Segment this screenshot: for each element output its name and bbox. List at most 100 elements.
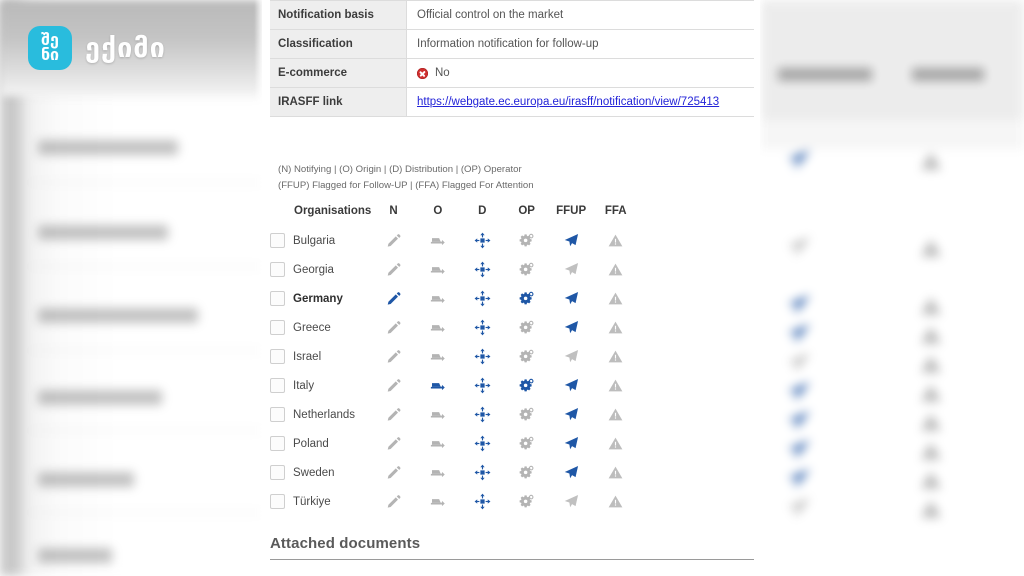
cell-ffa[interactable] <box>593 458 638 487</box>
cell-ffa[interactable] <box>593 342 638 371</box>
cell-ffa[interactable] <box>593 226 638 255</box>
pencil-icon[interactable] <box>386 493 402 510</box>
cell-op[interactable] <box>504 226 548 255</box>
distribution-icon[interactable] <box>474 348 491 365</box>
cell-o[interactable] <box>416 458 460 487</box>
cell-op[interactable] <box>504 458 548 487</box>
warning-triangle-icon[interactable] <box>608 377 623 394</box>
gear-icon[interactable] <box>518 435 535 452</box>
row-checkbox[interactable] <box>270 407 285 422</box>
row-checkbox[interactable] <box>270 262 285 277</box>
cell-o[interactable] <box>416 342 460 371</box>
cell-d[interactable] <box>460 429 504 458</box>
distribution-icon[interactable] <box>474 232 491 249</box>
cell-ffa[interactable] <box>593 487 638 516</box>
cell-d[interactable] <box>460 400 504 429</box>
warning-triangle-icon[interactable] <box>608 435 623 452</box>
cell-ffup[interactable] <box>549 226 594 255</box>
paper-plane-icon[interactable] <box>564 348 579 365</box>
gear-icon[interactable] <box>518 232 535 249</box>
cell-d[interactable] <box>460 313 504 342</box>
distribution-icon[interactable] <box>474 290 491 307</box>
cell-o[interactable] <box>416 400 460 429</box>
cell-ffa[interactable] <box>593 429 638 458</box>
truck-icon[interactable] <box>429 232 447 249</box>
gear-icon[interactable] <box>518 377 535 394</box>
cell-n[interactable] <box>371 342 415 371</box>
warning-triangle-icon[interactable] <box>608 464 623 481</box>
cell-ffup[interactable] <box>549 458 594 487</box>
gear-icon[interactable] <box>518 464 535 481</box>
row-checkbox[interactable] <box>270 436 285 451</box>
paper-plane-icon[interactable] <box>564 406 579 423</box>
row-checkbox[interactable] <box>270 349 285 364</box>
cell-ffup[interactable] <box>549 487 594 516</box>
warning-triangle-icon[interactable] <box>608 348 623 365</box>
paper-plane-icon[interactable] <box>564 377 579 394</box>
cell-d[interactable] <box>460 458 504 487</box>
cell-ffa[interactable] <box>593 284 638 313</box>
gear-icon[interactable] <box>518 290 535 307</box>
cell-d[interactable] <box>460 284 504 313</box>
cell-d[interactable] <box>460 371 504 400</box>
pencil-icon[interactable] <box>386 261 402 278</box>
pencil-icon[interactable] <box>386 348 402 365</box>
cell-op[interactable] <box>504 429 548 458</box>
distribution-icon[interactable] <box>474 377 491 394</box>
distribution-icon[interactable] <box>474 319 491 336</box>
cell-n[interactable] <box>371 255 415 284</box>
distribution-icon[interactable] <box>474 406 491 423</box>
cell-d[interactable] <box>460 487 504 516</box>
cell-n[interactable] <box>371 371 415 400</box>
cell-o[interactable] <box>416 313 460 342</box>
pencil-icon[interactable] <box>386 319 402 336</box>
gear-icon[interactable] <box>518 261 535 278</box>
cell-ffup[interactable] <box>549 371 594 400</box>
cell-o[interactable] <box>416 429 460 458</box>
warning-triangle-icon[interactable] <box>608 261 623 278</box>
cell-ffa[interactable] <box>593 313 638 342</box>
row-checkbox[interactable] <box>270 378 285 393</box>
pencil-icon[interactable] <box>386 464 402 481</box>
cell-op[interactable] <box>504 400 548 429</box>
cell-op[interactable] <box>504 371 548 400</box>
cell-d[interactable] <box>460 255 504 284</box>
cell-ffup[interactable] <box>549 313 594 342</box>
truck-icon[interactable] <box>429 290 447 307</box>
paper-plane-icon[interactable] <box>564 232 579 249</box>
cell-n[interactable] <box>371 458 415 487</box>
paper-plane-icon[interactable] <box>564 290 579 307</box>
cell-ffup[interactable] <box>549 342 594 371</box>
warning-triangle-icon[interactable] <box>608 406 623 423</box>
row-checkbox[interactable] <box>270 320 285 335</box>
cell-ffa[interactable] <box>593 371 638 400</box>
row-checkbox[interactable] <box>270 494 285 509</box>
truck-icon[interactable] <box>429 435 447 452</box>
gear-icon[interactable] <box>518 319 535 336</box>
row-checkbox[interactable] <box>270 465 285 480</box>
distribution-icon[interactable] <box>474 464 491 481</box>
distribution-icon[interactable] <box>474 435 491 452</box>
cell-ffup[interactable] <box>549 429 594 458</box>
gear-icon[interactable] <box>518 493 535 510</box>
warning-triangle-icon[interactable] <box>608 232 623 249</box>
cell-o[interactable] <box>416 226 460 255</box>
warning-triangle-icon[interactable] <box>608 290 623 307</box>
warning-triangle-icon[interactable] <box>608 319 623 336</box>
cell-o[interactable] <box>416 284 460 313</box>
paper-plane-icon[interactable] <box>564 319 579 336</box>
pencil-icon[interactable] <box>386 377 402 394</box>
cell-op[interactable] <box>504 255 548 284</box>
cell-d[interactable] <box>460 226 504 255</box>
paper-plane-icon[interactable] <box>564 464 579 481</box>
cell-n[interactable] <box>371 284 415 313</box>
cell-o[interactable] <box>416 487 460 516</box>
cell-ffa[interactable] <box>593 400 638 429</box>
cell-n[interactable] <box>371 487 415 516</box>
cell-n[interactable] <box>371 400 415 429</box>
irasff-link[interactable]: https://webgate.ec.europa.eu/irasff/noti… <box>417 96 719 108</box>
row-checkbox[interactable] <box>270 291 285 306</box>
distribution-icon[interactable] <box>474 493 491 510</box>
cell-ffup[interactable] <box>549 400 594 429</box>
row-checkbox[interactable] <box>270 233 285 248</box>
